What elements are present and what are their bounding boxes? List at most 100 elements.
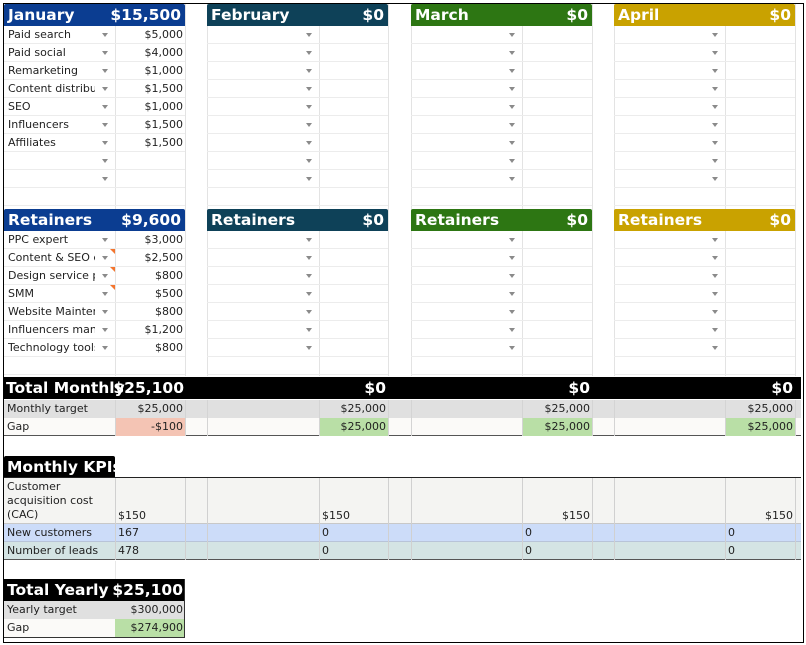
dropdown-arrow-icon[interactable] [509, 310, 515, 314]
dropdown-arrow-icon[interactable] [509, 87, 515, 91]
channel-amount[interactable]: $1,500 [145, 136, 184, 149]
retainer-name[interactable]: Website Mainten [8, 305, 95, 318]
dropdown-arrow-icon[interactable] [712, 123, 718, 127]
retainer-amount[interactable]: $800 [155, 269, 183, 282]
channel-name[interactable]: SEO [8, 100, 95, 113]
dropdown-arrow-icon[interactable] [102, 105, 108, 109]
channel-name[interactable]: Remarketing [8, 64, 95, 77]
dropdown-arrow-icon[interactable] [509, 328, 515, 332]
dropdown-arrow-icon[interactable] [306, 328, 312, 332]
dropdown-arrow-icon[interactable] [102, 87, 108, 91]
dropdown-arrow-icon[interactable] [306, 69, 312, 73]
dropdown-arrow-icon[interactable] [102, 159, 108, 163]
dropdown-arrow-icon[interactable] [102, 346, 108, 350]
dropdown-arrow-icon[interactable] [509, 238, 515, 242]
retainer-name[interactable]: Technology tools [8, 341, 95, 354]
dropdown-arrow-icon[interactable] [102, 256, 108, 260]
retainer-amount[interactable]: $800 [155, 305, 183, 318]
monthly-total-value: $0 [568, 379, 590, 397]
dropdown-arrow-icon[interactable] [306, 177, 312, 181]
channel-name[interactable]: Paid search [8, 28, 95, 41]
dropdown-arrow-icon[interactable] [509, 292, 515, 296]
dropdown-arrow-icon[interactable] [306, 87, 312, 91]
dropdown-arrow-icon[interactable] [306, 256, 312, 260]
retainer-name[interactable]: Design service pr [8, 269, 95, 282]
dropdown-arrow-icon[interactable] [102, 141, 108, 145]
retainer-name[interactable]: SMM [8, 287, 95, 300]
retainer-amount[interactable]: $800 [155, 341, 183, 354]
dropdown-arrow-icon[interactable] [102, 310, 108, 314]
dropdown-arrow-icon[interactable] [102, 51, 108, 55]
dropdown-arrow-icon[interactable] [102, 328, 108, 332]
dropdown-arrow-icon[interactable] [102, 69, 108, 73]
dropdown-arrow-icon[interactable] [306, 346, 312, 350]
gridline [614, 478, 615, 560]
dropdown-arrow-icon[interactable] [509, 274, 515, 278]
dropdown-arrow-icon[interactable] [712, 328, 718, 332]
dropdown-arrow-icon[interactable] [509, 159, 515, 163]
dropdown-arrow-icon[interactable] [306, 123, 312, 127]
dropdown-arrow-icon[interactable] [712, 87, 718, 91]
dropdown-arrow-icon[interactable] [509, 69, 515, 73]
dropdown-arrow-icon[interactable] [102, 123, 108, 127]
dropdown-arrow-icon[interactable] [306, 105, 312, 109]
dropdown-arrow-icon[interactable] [712, 292, 718, 296]
dropdown-arrow-icon[interactable] [712, 105, 718, 109]
dropdown-arrow-icon[interactable] [509, 141, 515, 145]
dropdown-arrow-icon[interactable] [306, 310, 312, 314]
dropdown-arrow-icon[interactable] [306, 159, 312, 163]
dropdown-arrow-icon[interactable] [306, 274, 312, 278]
channel-amount[interactable]: $1,500 [145, 118, 184, 131]
dropdown-arrow-icon[interactable] [712, 177, 718, 181]
channel-amount[interactable]: $4,000 [145, 46, 184, 59]
retainer-row [614, 321, 795, 339]
retainer-name[interactable]: Influencers mana [8, 323, 95, 336]
dropdown-arrow-icon[interactable] [712, 256, 718, 260]
channel-name[interactable]: Affiliates [8, 136, 95, 149]
dropdown-arrow-icon[interactable] [712, 310, 718, 314]
channel-amount[interactable]: $1,000 [145, 64, 184, 77]
channel-amount[interactable]: $1,500 [145, 82, 184, 95]
dropdown-arrow-icon[interactable] [712, 51, 718, 55]
dropdown-arrow-icon[interactable] [102, 292, 108, 296]
dropdown-arrow-icon[interactable] [712, 141, 718, 145]
dropdown-arrow-icon[interactable] [306, 238, 312, 242]
dropdown-arrow-icon[interactable] [509, 51, 515, 55]
channel-name[interactable]: Influencers [8, 118, 95, 131]
dropdown-arrow-icon[interactable] [712, 69, 718, 73]
comment-marker-icon[interactable] [110, 249, 115, 254]
dropdown-arrow-icon[interactable] [509, 123, 515, 127]
dropdown-arrow-icon[interactable] [712, 274, 718, 278]
dropdown-arrow-icon[interactable] [509, 33, 515, 37]
retainer-name[interactable]: Content & SEO ex [8, 251, 95, 264]
retainer-amount[interactable]: $2,500 [145, 251, 184, 264]
dropdown-arrow-icon[interactable] [306, 141, 312, 145]
retainer-name[interactable]: PPC expert [8, 233, 95, 246]
dropdown-arrow-icon[interactable] [509, 346, 515, 350]
channel-name[interactable]: Paid social [8, 46, 95, 59]
dropdown-arrow-icon[interactable] [712, 238, 718, 242]
channel-amount[interactable]: $1,000 [145, 100, 184, 113]
comment-marker-icon[interactable] [110, 285, 115, 290]
dropdown-arrow-icon[interactable] [712, 159, 718, 163]
dropdown-arrow-icon[interactable] [306, 33, 312, 37]
comment-marker-icon[interactable] [110, 267, 115, 272]
dropdown-arrow-icon[interactable] [102, 274, 108, 278]
channel-amount[interactable]: $5,000 [145, 28, 184, 41]
dropdown-arrow-icon[interactable] [509, 177, 515, 181]
dropdown-arrow-icon[interactable] [509, 105, 515, 109]
retainer-amount[interactable]: $3,000 [145, 233, 184, 246]
dropdown-arrow-icon[interactable] [102, 33, 108, 37]
channel-name[interactable]: Content distributi [8, 82, 95, 95]
dropdown-arrow-icon[interactable] [306, 51, 312, 55]
retainer-amount[interactable]: $500 [155, 287, 183, 300]
channel-row [411, 26, 592, 44]
dropdown-arrow-icon[interactable] [102, 238, 108, 242]
dropdown-arrow-icon[interactable] [712, 346, 718, 350]
dropdown-arrow-icon[interactable] [509, 256, 515, 260]
dropdown-arrow-icon[interactable] [102, 177, 108, 181]
dropdown-arrow-icon[interactable] [306, 292, 312, 296]
retainer-row [4, 357, 185, 375]
dropdown-arrow-icon[interactable] [712, 33, 718, 37]
retainer-amount[interactable]: $1,200 [145, 323, 184, 336]
